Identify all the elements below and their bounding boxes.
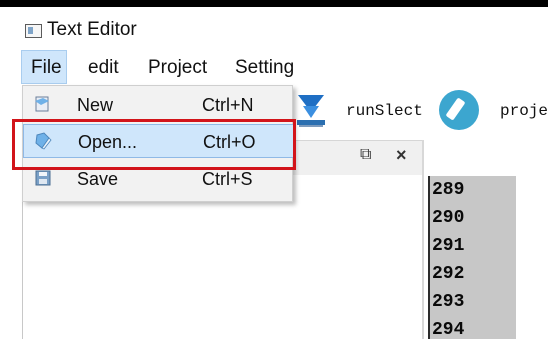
run-select-button[interactable]: runSlect xyxy=(346,102,423,120)
menu-item-shortcut: Ctrl+S xyxy=(202,169,253,189)
pane-splitter[interactable] xyxy=(422,140,424,339)
annotation-highlight-box xyxy=(12,119,296,170)
menu-setting[interactable]: Setting xyxy=(235,57,294,79)
panel-float-icon[interactable]: ⧉ xyxy=(360,146,371,164)
project-button-label[interactable]: proje xyxy=(500,102,548,120)
line-number: 290 xyxy=(432,208,465,228)
new-file-icon xyxy=(35,96,49,112)
menu-edit[interactable]: edit xyxy=(88,57,119,79)
line-number-gutter xyxy=(430,176,516,339)
line-number: 294 xyxy=(432,320,465,340)
line-number: 289 xyxy=(432,180,465,200)
line-number: 292 xyxy=(432,264,465,284)
run-select-icon[interactable] xyxy=(293,92,329,130)
menu-file[interactable]: File xyxy=(31,57,62,79)
save-disk-icon xyxy=(35,170,51,186)
panel-close-icon[interactable]: × xyxy=(396,145,407,166)
menu-item-new[interactable]: New Ctrl+N xyxy=(23,88,294,122)
menu-item-label: New xyxy=(77,95,114,115)
line-number: 291 xyxy=(432,236,465,256)
window-top-edge xyxy=(0,0,548,7)
menu-project[interactable]: Project xyxy=(148,57,207,79)
menu-item-shortcut: Ctrl+N xyxy=(202,95,254,115)
app-icon xyxy=(25,24,42,38)
menu-item-label: Save xyxy=(77,169,119,189)
window-title: Text Editor xyxy=(47,19,137,40)
project-icon[interactable] xyxy=(439,90,479,130)
line-number: 293 xyxy=(432,292,465,312)
